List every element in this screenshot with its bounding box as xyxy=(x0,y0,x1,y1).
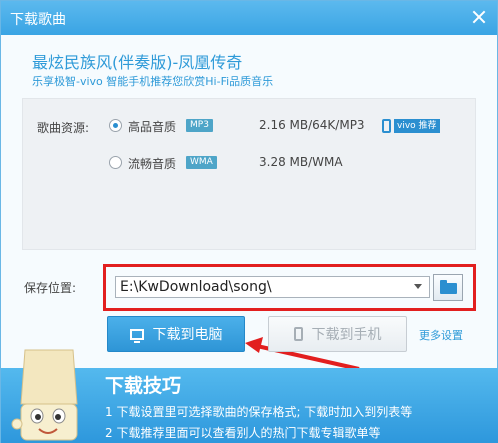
save-path-highlight xyxy=(103,264,476,311)
download-to-pc-label: 下载到电脑 xyxy=(152,327,223,343)
more-settings-link[interactable]: 更多设置 xyxy=(419,327,463,343)
folder-icon xyxy=(440,280,457,294)
browse-folder-button[interactable] xyxy=(433,274,463,301)
chevron-down-icon[interactable] xyxy=(414,284,422,289)
option-info: 3.28 MB/WMA xyxy=(259,155,343,169)
phone-icon xyxy=(382,118,391,133)
option-label: 流畅音质 xyxy=(128,157,177,171)
mascot-icon xyxy=(11,349,78,441)
download-to-phone-label: 下载到手机 xyxy=(311,327,382,343)
source-panel: 歌曲资源: 高品音质 MP3 2.16 MB/64K/MP3 vivo 推荐 流… xyxy=(22,98,476,250)
option-info: 2.16 MB/64K/MP3 xyxy=(259,118,365,132)
vivo-recommend-tag[interactable]: vivo 推荐 xyxy=(382,118,440,133)
tips-title: 下载技巧 xyxy=(105,375,182,397)
format-badge: WMA xyxy=(186,156,217,169)
title-bar: 下载歌曲 xyxy=(1,1,497,35)
vivo-badge: vivo 推荐 xyxy=(394,118,440,133)
save-location-label: 保存位置: xyxy=(24,281,77,295)
close-icon[interactable] xyxy=(471,9,487,25)
song-subtitle: 乐享极智-vivo 智能手机推荐您欣赏Hi-Fi品质音乐 xyxy=(32,75,274,88)
option-label: 高品音质 xyxy=(128,120,177,134)
song-title: 最炫民族风(伴奏版)-凤凰传奇 xyxy=(32,53,243,72)
download-dialog: 下载歌曲 最炫民族风(伴奏版)-凤凰传奇 乐享极智-vivo 智能手机推荐您欣赏… xyxy=(0,0,498,443)
tip-line: 1 下载设置里可选择歌曲的保存格式; 下载时加入到列表等 xyxy=(105,405,413,419)
radio-smooth[interactable] xyxy=(109,156,122,169)
phone-icon xyxy=(293,327,303,341)
save-path-input[interactable] xyxy=(115,276,430,298)
window-title: 下载歌曲 xyxy=(10,12,66,28)
source-label: 歌曲资源: xyxy=(37,121,90,135)
tip-line: 2 下载推荐里面可以查看别人的热门下载专辑歌单等 xyxy=(105,426,381,440)
download-to-pc-button[interactable]: 下载到电脑 xyxy=(107,316,245,352)
download-to-phone-button[interactable]: 下载到手机 xyxy=(268,316,407,352)
monitor-icon xyxy=(129,328,144,343)
radio-high[interactable] xyxy=(109,119,122,132)
format-badge: MP3 xyxy=(186,119,213,132)
